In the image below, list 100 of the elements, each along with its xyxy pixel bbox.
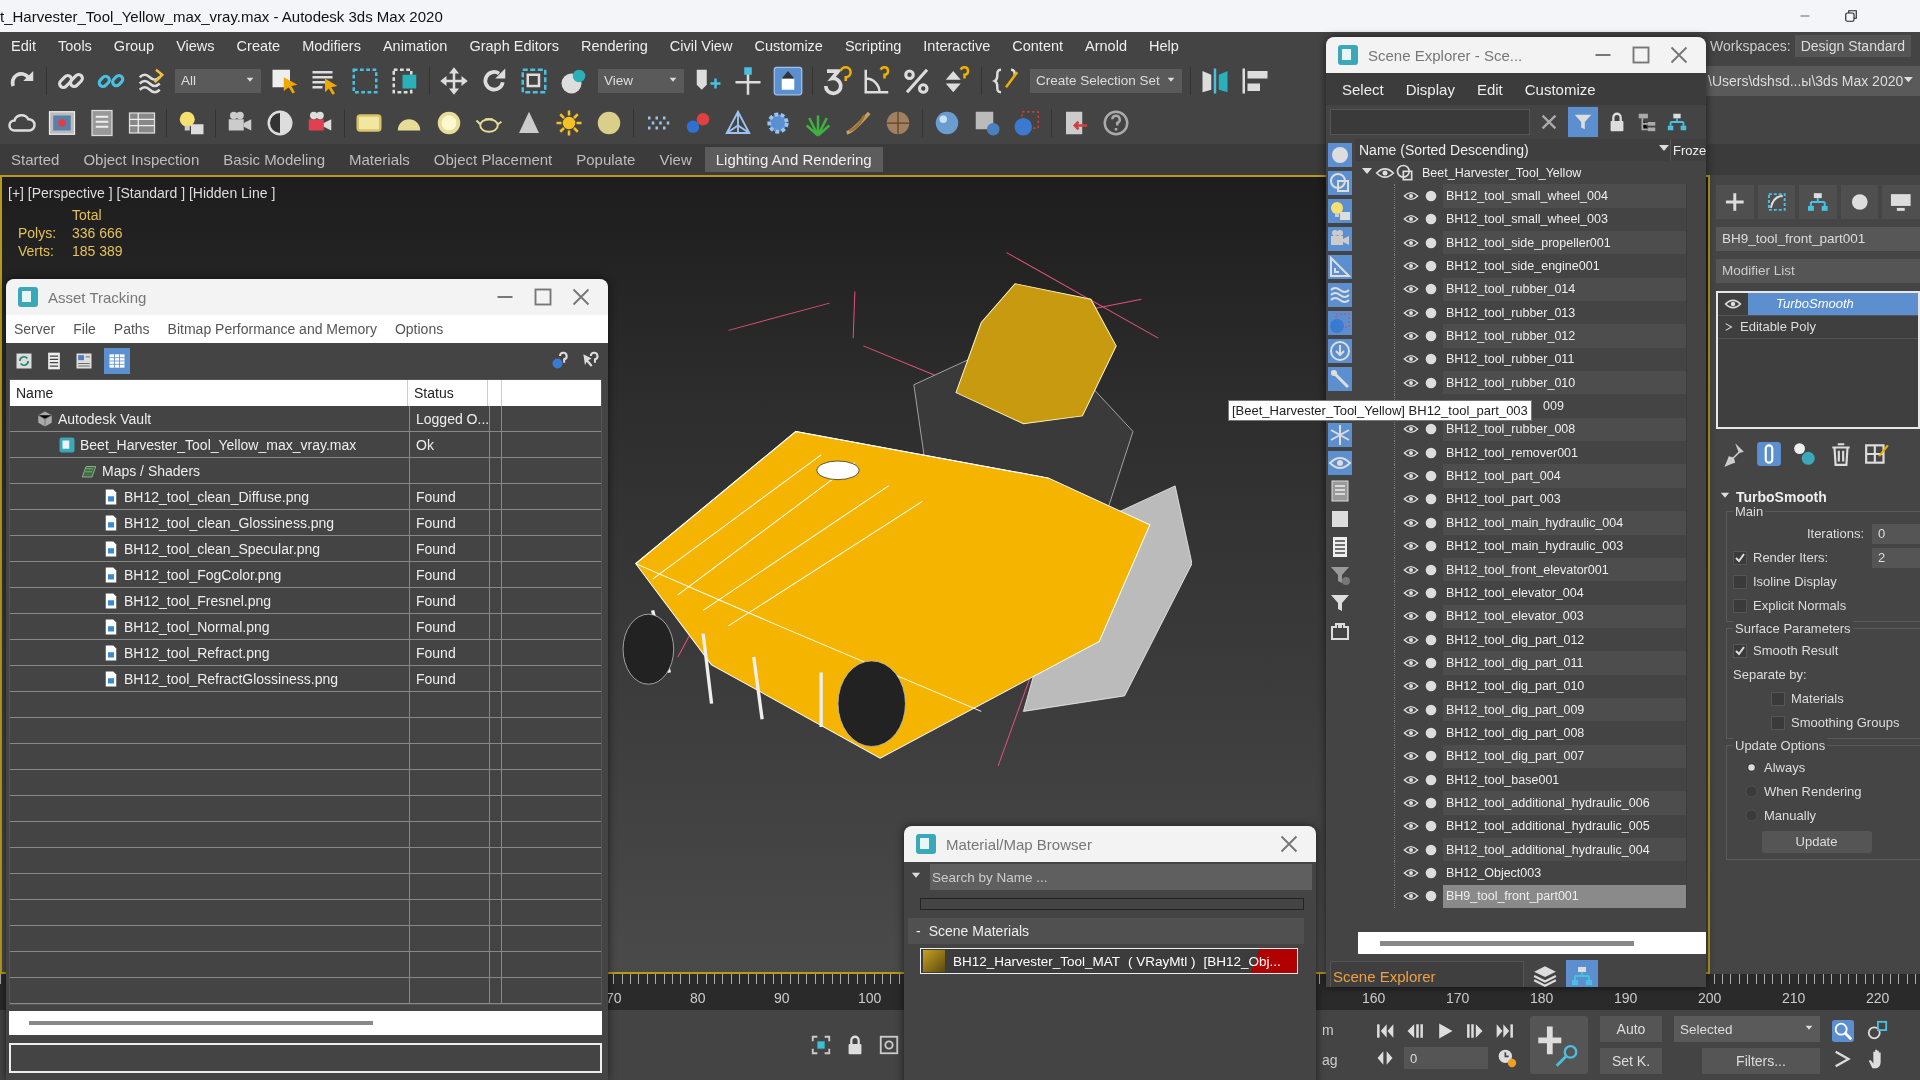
ribbon-tab[interactable]: Object Inspection [72, 146, 211, 172]
key-plus-icon[interactable] [1530, 1016, 1588, 1074]
ribbon-tab[interactable]: Object Placement [422, 146, 564, 172]
modifier-list-dropdown[interactable]: Modifier List [1716, 258, 1920, 283]
selection-filter-dropdown[interactable]: All [175, 68, 261, 93]
ribbon-tab[interactable]: Materials [338, 146, 421, 172]
skip-end-icon[interactable] [1494, 1021, 1516, 1041]
update-button[interactable]: Update [1761, 830, 1872, 853]
menu-item[interactable]: Help [1137, 38, 1190, 54]
menu-item[interactable]: Customize [743, 38, 834, 54]
menu-item[interactable]: Interactive [912, 38, 1002, 54]
tree-item[interactable]: BH12_tool_dig_part_007 [1443, 744, 1686, 768]
auto-key-button[interactable]: Auto [1600, 1016, 1662, 1042]
zoom-grid-icon[interactable] [1866, 1020, 1888, 1042]
horizontal-scrollbar[interactable] [9, 1011, 602, 1035]
grid-table-icon[interactable] [104, 348, 130, 374]
menu-item[interactable]: Scripting [833, 38, 913, 54]
zoom-icon[interactable] [1832, 1020, 1854, 1042]
ribbon-tab[interactable]: Basic Modeling [212, 146, 336, 172]
ribbon-tab[interactable]: Populate [565, 146, 647, 172]
menu-item[interactable]: Civil View [658, 38, 744, 54]
tree-item[interactable]: BH12_tool_part_004 [1443, 464, 1686, 488]
refresh-icon[interactable] [14, 351, 34, 371]
tree-item[interactable]: BH12_tool_rubber_010 [1443, 371, 1686, 395]
checkbox[interactable] [1771, 691, 1785, 706]
menu-item[interactable]: Rendering [569, 38, 659, 54]
asset-name[interactable]: Maps / Shaders [102, 462, 201, 479]
app-logo-icon[interactable] [16, 285, 40, 309]
menu-item[interactable]: Edit [0, 38, 47, 54]
menu-item[interactable]: Display [1405, 80, 1455, 98]
frame-field[interactable]: 0 [1404, 1047, 1488, 1069]
column-header[interactable]: Name [10, 380, 408, 406]
chevron-icon[interactable] [1724, 321, 1734, 332]
pipe-icon[interactable] [1756, 439, 1782, 468]
asset-name[interactable]: BH12_tool_RefractGlossiness.png [124, 670, 338, 687]
menu-item[interactable]: Paths [113, 321, 150, 337]
menu-item[interactable]: Content [1001, 38, 1075, 54]
asset-name[interactable]: BH12_tool_clean_Diffuse.png [124, 488, 309, 505]
menu-item[interactable]: Server [14, 321, 56, 337]
menu-item[interactable]: Customize [1524, 80, 1596, 98]
tree-item[interactable]: BH12_tool_elevator_003 [1443, 604, 1686, 628]
filters-button[interactable]: Filters... [1702, 1048, 1820, 1074]
search-field[interactable]: Search by Name ... [930, 864, 1312, 890]
ribbon-tab[interactable]: Started [0, 146, 71, 172]
circle-icon[interactable] [1423, 865, 1439, 881]
menu-item[interactable]: Animation [371, 38, 459, 54]
menu-item[interactable]: Views [165, 38, 226, 54]
tree-item[interactable]: BH12_tool_rubber_012 [1443, 324, 1686, 348]
viewport-label[interactable]: [+] [Perspective ] [Standard ] [Hidden Line ] [8, 184, 276, 201]
hierarchy-icon[interactable] [1799, 184, 1837, 219]
cross-arrows-icon[interactable] [438, 65, 470, 96]
menu-item[interactable]: Options [394, 321, 444, 337]
menu-item[interactable]: Tools [47, 38, 103, 54]
menu-item[interactable]: Edit [1476, 80, 1503, 98]
menu-item[interactable]: Bitmap Performance and Memory [167, 321, 377, 337]
asset-name[interactable]: BH12_tool_clean_Specular.png [124, 540, 321, 557]
checkbox[interactable] [1733, 643, 1747, 658]
group-header[interactable]: - Scene Materials [908, 918, 1304, 944]
asset-name[interactable]: BH12_tool_FogColor.png [124, 566, 282, 583]
help-globe-icon[interactable] [550, 351, 570, 371]
shapes-icon[interactable] [1395, 162, 1415, 183]
monitor-icon[interactable] [1882, 184, 1920, 219]
checkbox[interactable] [1733, 598, 1747, 613]
tree-item[interactable]: BH12_tool_main_hydraulic_004 [1443, 511, 1686, 535]
tree-item[interactable]: BH12_tool_small_wheel_004 [1443, 184, 1686, 208]
layers-icon[interactable] [1532, 963, 1558, 987]
clock-gear-icon[interactable] [1496, 1048, 1518, 1068]
curve-frame-icon[interactable] [1757, 184, 1796, 219]
reference-coordinate-dropdown[interactable]: View [598, 68, 684, 93]
snap-icon[interactable] [821, 65, 853, 96]
app-logo-icon[interactable] [914, 832, 938, 856]
picture-list-icon[interactable] [74, 351, 94, 371]
asset-name[interactable]: Autodesk Vault [58, 410, 152, 427]
tree-item[interactable]: BH12_tool_dig_part_011 [1443, 651, 1686, 675]
column-header[interactable]: Name (Sorted Descending) [1355, 139, 1671, 161]
asset-name[interactable]: BH12_tool_clean_Glossiness.png [124, 514, 335, 531]
circle-icon[interactable] [1423, 188, 1439, 204]
menu-item[interactable]: File [73, 321, 96, 337]
ribbon-tab[interactable]: Lighting And Rendering [704, 146, 883, 172]
asset-name[interactable]: Beet_Harvester_Tool_Yellow_max_vray.max [80, 436, 357, 453]
app-logo-icon[interactable] [1336, 43, 1360, 67]
object-name-field[interactable]: BH9_tool_front_part001 [1716, 226, 1920, 251]
spinner-field[interactable]: 0 [1872, 523, 1920, 544]
tree-item[interactable]: BH12_tool_dig_part_009 [1443, 697, 1686, 722]
menu-item[interactable]: Arnold [1074, 38, 1138, 54]
column-header[interactable]: Froze [1671, 139, 1706, 161]
modifier-stack-item[interactable]: Editable Poly [1740, 319, 1816, 335]
menu-item[interactable]: Create [225, 38, 292, 54]
explorer-dropdown[interactable]: Scene Explorer [1330, 961, 1524, 987]
status-field[interactable] [9, 1043, 602, 1073]
checkbox[interactable] [1733, 574, 1747, 589]
menu-item[interactable]: Graph Editors [458, 38, 570, 54]
target-icon[interactable] [878, 1034, 900, 1056]
rollout-title[interactable]: TurboSmooth [1736, 488, 1827, 505]
ribbon-tab[interactable]: View [648, 146, 703, 172]
menu-item[interactable]: Select [1342, 80, 1384, 98]
spinner-field[interactable]: 2 [1872, 547, 1920, 568]
frame-select-icon[interactable] [810, 1034, 832, 1056]
workspace-dropdown[interactable]: Design Standard [1794, 35, 1911, 57]
checkbox[interactable] [1771, 715, 1785, 730]
